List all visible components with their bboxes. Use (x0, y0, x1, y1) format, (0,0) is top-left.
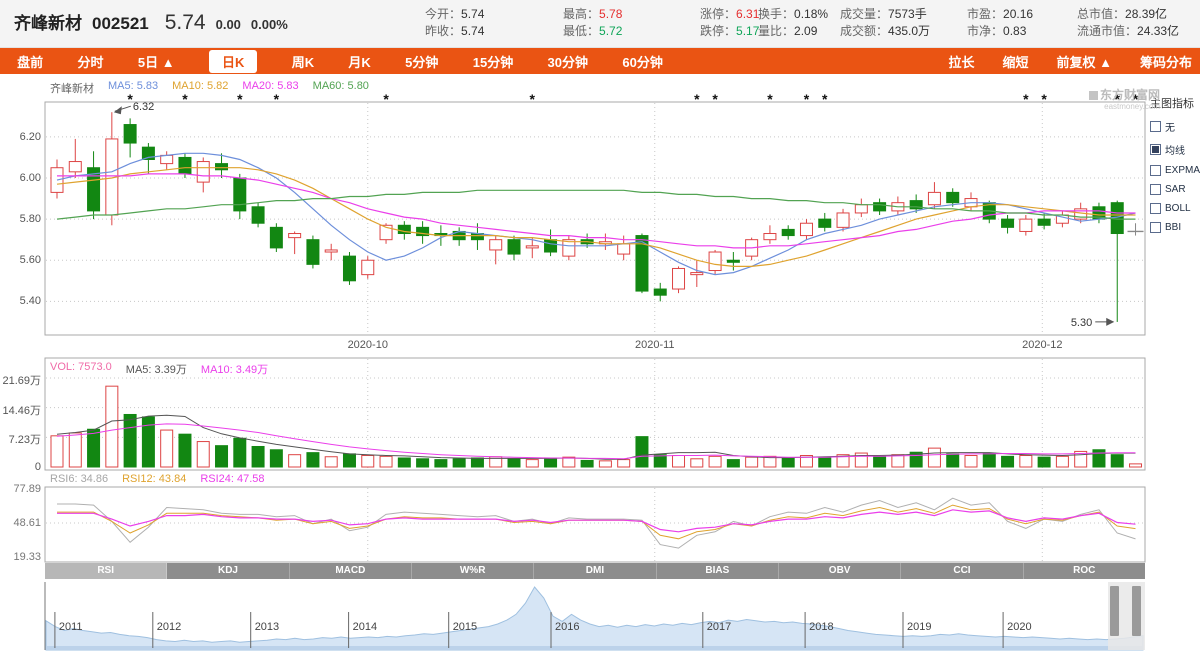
annotation-low: 5.30 (1071, 317, 1092, 329)
timeline-brush[interactable] (1108, 582, 1145, 650)
watermark-domain: eastmoney.com (1056, 101, 1160, 112)
price-chart-svg[interactable]: ***************6.325.3020112012201320142… (0, 0, 1200, 655)
checkbox-checked[interactable] (1150, 144, 1161, 155)
main-indicator-panel: 主图指标 无均线EXPMASARBOLLBBI (1150, 95, 1200, 241)
indicator-tab-MACD[interactable]: MACD (290, 563, 412, 579)
indicator-option-BBI[interactable]: BBI (1150, 222, 1200, 233)
undefined: 2020-11 (620, 339, 690, 351)
undefined: 6.20 (0, 131, 41, 143)
eastmoney-logo-icon (1089, 91, 1098, 100)
year-tick-label: 2011 (59, 621, 83, 633)
rsi-label: RSI24: 47.58 (200, 473, 264, 485)
stock-chart-page: 齐峰新材 002521 5.74 0.00 0.00% 今开：5.74昨收：5.… (0, 0, 1200, 655)
year-tick-label: 2017 (707, 621, 731, 633)
gridlines (46, 103, 1144, 561)
checkbox-unchecked[interactable] (1150, 203, 1161, 214)
year-tick-label: 2015 (453, 621, 477, 633)
timeline-navigator[interactable]: 2011 2012 2013 2014 2015 2016 2017 2018 2019 2020 (45, 582, 1143, 650)
indicator-tab-BIAS[interactable]: BIAS (657, 563, 779, 579)
indicator-tab-OBV[interactable]: OBV (779, 563, 901, 579)
indicator-tab-strip: RSIKDJMACDW%RDMIBIASOBVCCIROC (45, 563, 1145, 579)
volume-bars[interactable] (51, 386, 1142, 467)
year-tick-label: 2019 (907, 621, 931, 633)
brush-handle-left[interactable] (1110, 586, 1119, 636)
annotation-high: 6.32 (133, 101, 154, 113)
year-tick-label: 2012 (157, 621, 181, 633)
year-tick-label: 2013 (255, 621, 279, 633)
checkbox-unchecked[interactable] (1150, 165, 1161, 176)
year-tick-label: 2018 (809, 621, 833, 633)
ma-label: MA5: 5.83 (108, 80, 158, 96)
indicator-option-label: 无 (1165, 119, 1175, 134)
checkbox-unchecked[interactable] (1150, 184, 1161, 195)
event-mark-icon: * (383, 91, 389, 107)
ma-label: MA20: 5.83 (242, 80, 298, 96)
event-mark-icon: * (712, 91, 718, 107)
undefined: 0 (0, 461, 41, 473)
rsi-label: RSI12: 43.84 (122, 473, 186, 485)
year-tick-label: 2016 (555, 621, 579, 633)
ma10-line (57, 168, 1136, 267)
brush-handle-right[interactable] (1132, 586, 1141, 636)
indicator-option-label: BBI (1165, 222, 1181, 233)
event-mark-icon: * (804, 91, 810, 107)
event-mark-icon: * (1023, 91, 1029, 107)
volume-label: MA10: 3.49万 (201, 361, 268, 377)
volume-label: MA5: 3.39万 (126, 361, 187, 377)
undefined: 6.00 (0, 172, 41, 184)
ma-label: MA10: 5.82 (172, 80, 228, 96)
undefined: 2020-10 (333, 339, 403, 351)
checkbox-unchecked[interactable] (1150, 222, 1161, 233)
checkbox-unchecked[interactable] (1150, 121, 1161, 132)
indicator-option-label: 均线 (1165, 142, 1185, 157)
indicator-tab-KDJ[interactable]: KDJ (167, 563, 289, 579)
indicator-option-label: BOLL (1165, 203, 1191, 214)
undefined: 7.23万 (0, 431, 41, 447)
rsi12-line (57, 505, 1136, 539)
rsi-label: RSI6: 34.86 (50, 473, 108, 485)
event-mark-icon: * (822, 91, 828, 107)
indicator-options: 无均线 EXPMA SAR BOLL BBI (1150, 119, 1200, 233)
volume-label-row: VOL: 7573.0 MA5: 3.39万 MA10: 3.49万 (50, 361, 268, 377)
event-mark-icon: * (767, 91, 773, 107)
undefined: 19.33 (0, 551, 41, 563)
indicator-tab-ROC[interactable]: ROC (1024, 563, 1145, 579)
ma-label-row: 齐峰新材 MA5: 5.83 MA10: 5.82 MA20: 5.83 MA60: 5… (50, 80, 369, 96)
ma-label: MA60: 5.80 (313, 80, 369, 96)
year-tick-label: 2020 (1007, 621, 1031, 633)
volume-label: VOL: 7573.0 (50, 361, 112, 377)
indicator-option-label: SAR (1165, 184, 1186, 195)
undefined: 5.40 (0, 295, 41, 307)
indicator-tab-CCI[interactable]: CCI (901, 563, 1023, 579)
eastmoney-watermark: 东方财富网 eastmoney.com (1056, 90, 1160, 112)
indicator-option-SAR[interactable]: SAR (1150, 184, 1200, 195)
undefined: 5.60 (0, 254, 41, 266)
undefined: 14.46万 (0, 402, 41, 418)
indicator-option-EXPMA[interactable]: EXPMA (1150, 165, 1200, 176)
year-tick-label: 2014 (353, 621, 377, 633)
indicator-option-label: EXPMA (1165, 165, 1200, 176)
event-mark-icon: * (530, 91, 536, 107)
indicator-tab-W%R[interactable]: W%R (412, 563, 534, 579)
ma5-line (57, 153, 1136, 274)
undefined: 2020-12 (1007, 339, 1077, 351)
indicator-option-无[interactable]: 无 (1150, 119, 1200, 134)
event-mark-icon: * (1041, 91, 1047, 107)
event-mark-icon: * (694, 91, 700, 107)
indicator-option-均线[interactable]: 均线 (1150, 142, 1200, 157)
undefined: 48.61 (0, 517, 41, 529)
watermark-brand: 东方财富网 (1056, 90, 1160, 101)
ma-label: 齐峰新材 (50, 80, 94, 96)
undefined: 77.89 (0, 483, 41, 495)
indicator-tab-RSI[interactable]: RSI (45, 563, 167, 579)
rsi-label-row: RSI6: 34.86 RSI12: 43.84 RSI24: 47.58 (50, 473, 265, 485)
pane-frames (45, 102, 1145, 562)
undefined: 21.69万 (0, 372, 41, 388)
undefined: 5.80 (0, 213, 41, 225)
indicator-tab-DMI[interactable]: DMI (534, 563, 656, 579)
indicator-option-BOLL[interactable]: BOLL (1150, 203, 1200, 214)
